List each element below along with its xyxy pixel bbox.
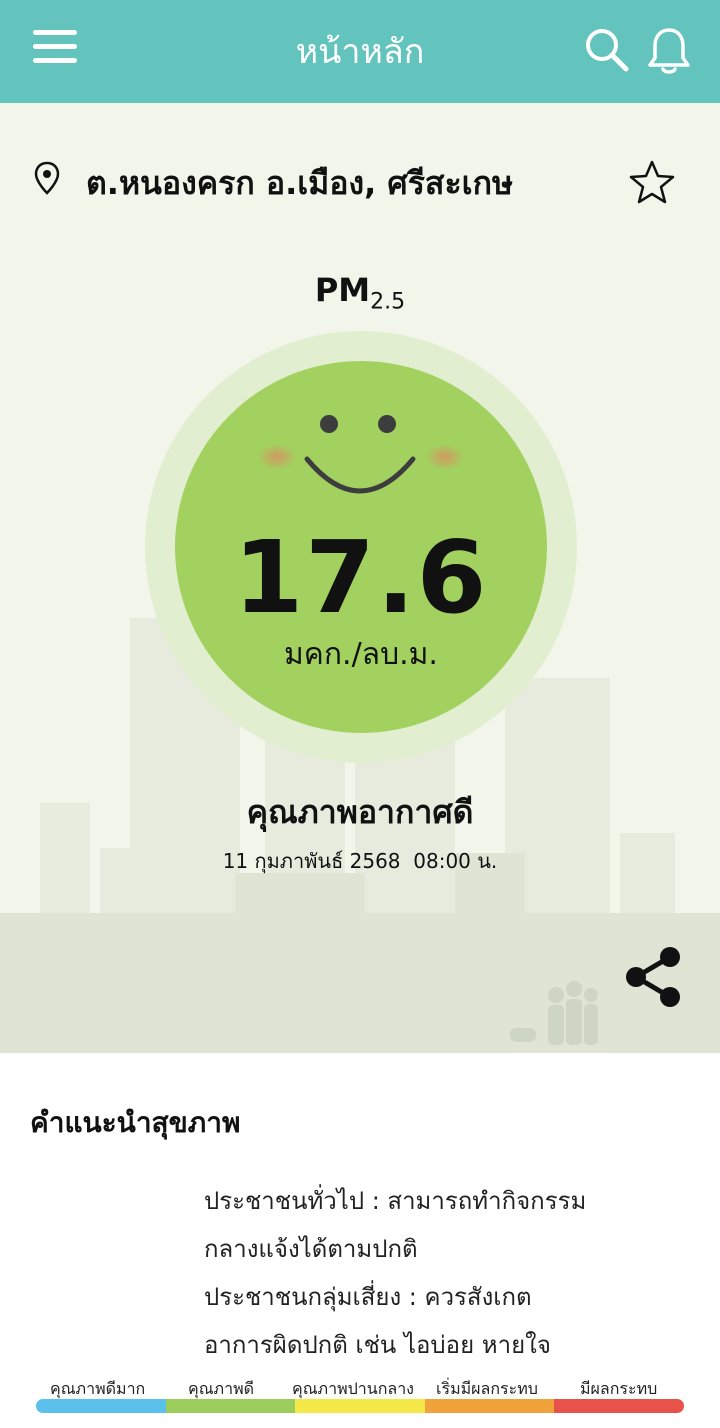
- bell-icon[interactable]: [646, 26, 692, 76]
- location-name[interactable]: ต.หนองครก อ.เมือง, ศรีสะเกษ: [86, 158, 513, 209]
- aqi-color-legend: คุณภาพดีมาก คุณภาพดี คุณภาพปานกลาง เริ่ม…: [0, 1353, 720, 1428]
- legend-swatch-moderate: [295, 1399, 425, 1413]
- star-icon[interactable]: [628, 159, 676, 205]
- legend-swatch-good: [165, 1399, 296, 1413]
- health-advice-title: คำแนะนำสุขภาพ: [30, 1106, 241, 1139]
- pm-value: 17.6: [233, 519, 489, 636]
- advice-line: ประชาชนกลุ่มเสี่ยง : ควรสังเกต: [204, 1283, 532, 1311]
- legend-color-bar: [36, 1399, 684, 1413]
- legend-swatch-starting-impact: [424, 1399, 555, 1413]
- share-icon[interactable]: [622, 945, 684, 1009]
- health-advice-section: คำแนะนำสุขภาพ ประชาชนทั่วไป : สามารถทำกิ…: [0, 1053, 720, 1353]
- location-pin-icon: [34, 161, 60, 195]
- legend-swatch-impact: [554, 1399, 684, 1413]
- pm-label: PM2.5: [314, 271, 406, 315]
- legend-swatch-very-good: [36, 1399, 166, 1413]
- air-quality-status: คุณภาพอากาศดี: [246, 793, 474, 831]
- air-quality-hero: ต.หนองครก อ.เมือง, ศรีสะเกษ PM2.5 17.6 ม…: [0, 103, 720, 1053]
- advice-line: ประชาชนทั่วไป : สามารถทำกิจกรรม: [204, 1187, 587, 1215]
- health-advice-text: ประชาชนทั่วไป : สามารถทำกิจกรรม กลางแจ้ง…: [204, 1177, 694, 1353]
- advice-line: กลางแจ้งได้ตามปกติ: [204, 1235, 418, 1263]
- top-app-bar: หน้าหลัก: [0, 0, 720, 103]
- pm-unit: มคก./ลบ.ม.: [284, 637, 438, 672]
- search-icon[interactable]: [583, 26, 629, 72]
- measurement-datetime: 11 กุมภาพันธ์ 2568 08:00 น.: [222, 849, 498, 873]
- advice-line: อาการผิดปกติ เช่น ไอบ่อย หายใจ: [204, 1331, 551, 1353]
- smiley-face-icon: [257, 415, 465, 494]
